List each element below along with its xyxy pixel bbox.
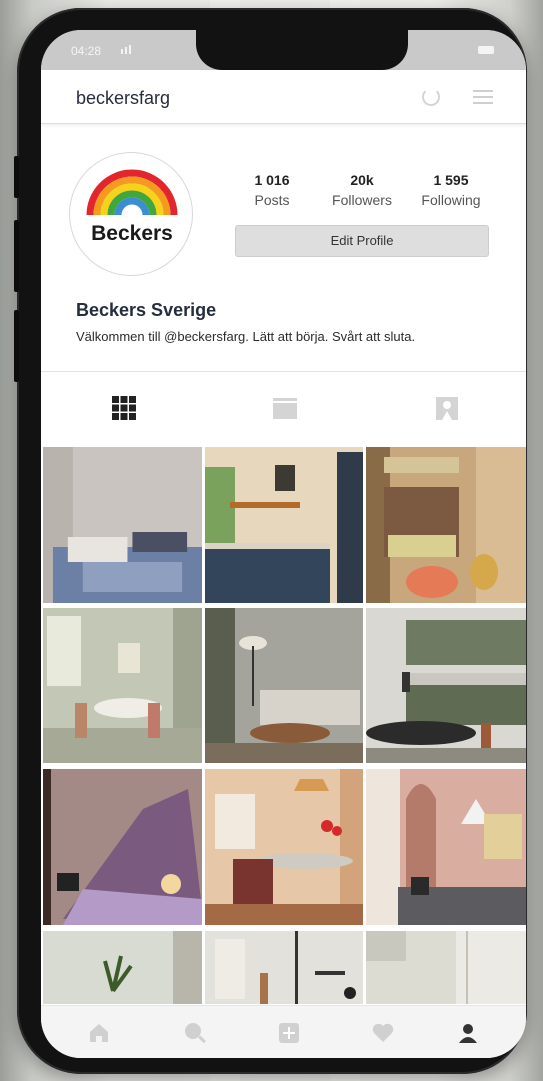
profile-name: Beckers Sverige: [76, 300, 217, 320]
stat-value: 1 595: [433, 172, 469, 188]
post-thumbnail[interactable]: [366, 608, 526, 763]
post-thumbnail[interactable]: [205, 769, 363, 925]
logo-text: Beckers: [91, 222, 173, 245]
stat-posts[interactable]: 1 016 Posts: [227, 172, 317, 208]
battery-icon: [478, 46, 494, 54]
bottom-nav: [41, 1005, 526, 1058]
stat-value: 20k: [350, 172, 374, 188]
post-thumbnail[interactable]: [366, 447, 526, 603]
phone-side-button: [14, 156, 19, 198]
post-grid: [41, 444, 526, 1004]
post-thumbnail[interactable]: [43, 769, 202, 925]
profile-tabs: [41, 371, 526, 443]
add-post-icon[interactable]: [277, 1021, 301, 1045]
tagged-icon[interactable]: [432, 393, 462, 423]
profile-icon[interactable]: [456, 1021, 480, 1045]
stat-label: Posts: [254, 192, 290, 208]
signal-icon: [121, 45, 131, 54]
app-header: beckersfarg: [41, 70, 526, 124]
stat-followers[interactable]: 20k Followers: [317, 172, 407, 208]
post-thumbnail[interactable]: [205, 608, 363, 763]
refresh-icon[interactable]: [422, 88, 440, 106]
stat-following[interactable]: 1 595 Following: [406, 172, 496, 208]
post-thumbnail[interactable]: [205, 931, 363, 1004]
feed-icon[interactable]: [270, 393, 300, 423]
grid-icon[interactable]: [109, 393, 139, 423]
phone-side-button: [14, 220, 19, 292]
post-thumbnail[interactable]: [205, 447, 363, 603]
search-icon[interactable]: [183, 1021, 207, 1045]
post-thumbnail[interactable]: [43, 931, 202, 1004]
stat-label: Following: [421, 192, 481, 208]
profile-bio: Välkommen till @beckersfarg. Lätt att bö…: [76, 329, 416, 344]
post-thumbnail[interactable]: [366, 931, 526, 1004]
home-icon[interactable]: [87, 1021, 111, 1045]
post-thumbnail[interactable]: [43, 608, 202, 763]
status-time: 04:28: [71, 44, 102, 58]
edit-profile-button[interactable]: Edit Profile: [235, 225, 489, 257]
beckers-logo: Beckers: [86, 169, 178, 245]
phone-notch: [196, 30, 408, 70]
header-username: beckersfarg: [76, 88, 171, 108]
phone-screen: 04:28 beckersfarg Beckers 1 016 Posts 20…: [41, 30, 526, 1058]
menu-icon[interactable]: [473, 90, 493, 104]
post-thumbnail[interactable]: [43, 447, 202, 603]
stat-label: Followers: [332, 192, 392, 208]
avatar[interactable]: Beckers: [69, 152, 193, 276]
phone-side-button: [14, 310, 19, 382]
heart-icon[interactable]: [371, 1021, 395, 1045]
stat-value: 1 016: [254, 172, 290, 188]
post-thumbnail[interactable]: [366, 769, 526, 925]
